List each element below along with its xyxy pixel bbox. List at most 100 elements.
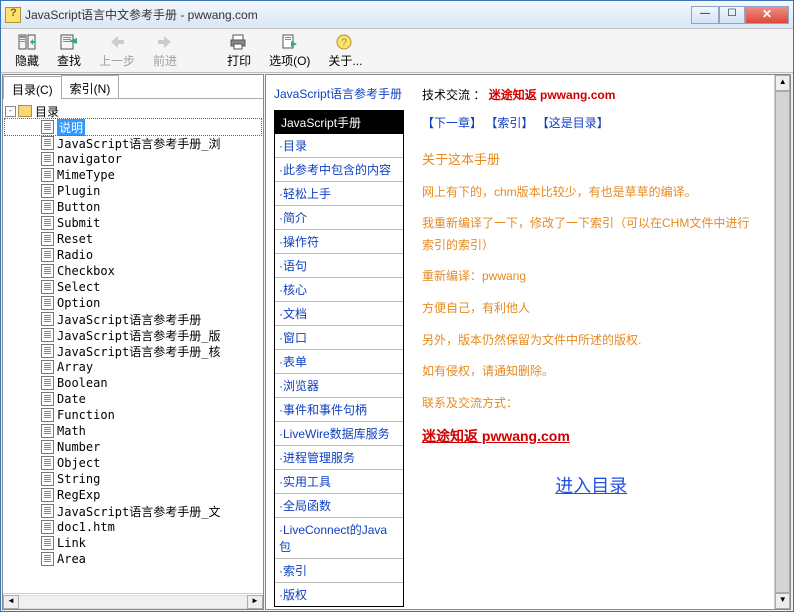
back-icon — [107, 33, 127, 51]
menu-item[interactable]: ·文档 — [275, 302, 403, 326]
enter-toc-link[interactable]: 进入目录 — [422, 470, 760, 502]
tree-item[interactable]: Object — [5, 455, 261, 471]
menu-item[interactable]: ·索引 — [275, 559, 403, 583]
tech-link[interactable]: 迷途知返 pwwang.com — [489, 88, 616, 102]
scroll-right-icon[interactable]: ► — [247, 595, 263, 609]
tree-item[interactable]: JavaScript语言参考手册_版 — [5, 327, 261, 343]
tree-item[interactable]: Submit — [5, 215, 261, 231]
about-button[interactable]: ? 关于... — [320, 31, 370, 71]
para-3: 重新编译：pwwang — [422, 266, 760, 288]
page-icon — [41, 504, 54, 518]
tree-item[interactable]: Number — [5, 439, 261, 455]
tree-item-label: Link — [57, 536, 86, 550]
nav-index[interactable]: 【索引】 — [485, 116, 533, 130]
tab-index[interactable]: 索引(N) — [61, 75, 120, 98]
print-button[interactable]: 打印 — [219, 31, 259, 71]
scroll-down-icon[interactable]: ▼ — [775, 593, 790, 609]
menu-item[interactable]: ·实用工具 — [275, 470, 403, 494]
tree-item-label: Select — [57, 280, 100, 294]
tree-item-label: String — [57, 472, 100, 486]
tree-item[interactable]: JavaScript语言参考手册_核 — [5, 343, 261, 359]
menu-item[interactable]: ·简介 — [275, 206, 403, 230]
menu-item[interactable]: ·轻松上手 — [275, 182, 403, 206]
toolbar: 隐藏 查找 上一步 前进 打印 选项(O) ? 关于... — [1, 29, 793, 73]
menu-item[interactable]: ·语句 — [275, 254, 403, 278]
menu-item[interactable]: ·目录 — [275, 134, 403, 158]
nav-hscroll[interactable]: ◄ ► — [3, 593, 263, 609]
menu-item[interactable]: ·窗口 — [275, 326, 403, 350]
para-4: 方便自己，有利他人 — [422, 298, 760, 320]
tree-item[interactable]: navigator — [5, 151, 261, 167]
para-6: 如有侵权，请通知删除。 — [422, 361, 760, 383]
tree-item[interactable]: JavaScript语言参考手册_文 — [5, 503, 261, 519]
tree-item[interactable]: MimeType — [5, 167, 261, 183]
menu-item[interactable]: ·版权 — [275, 583, 403, 606]
tree-root[interactable]: - 目录 — [5, 103, 261, 119]
find-label: 查找 — [57, 52, 81, 69]
tree[interactable]: - 目录 说明JavaScript语言参考手册_浏navigatorMimeTy… — [3, 99, 263, 593]
tab-contents[interactable]: 目录(C) — [3, 76, 62, 99]
scroll-thumb[interactable] — [775, 91, 790, 593]
tree-item-label: navigator — [57, 152, 122, 166]
content-sidebar: JavaScript语言参考手册 JavaScript手册 ·目录·此参考中包含… — [266, 75, 408, 609]
tree-item[interactable]: Date — [5, 391, 261, 407]
tree-item[interactable]: Checkbox — [5, 263, 261, 279]
close-button[interactable]: ✕ — [745, 6, 789, 24]
titlebar[interactable]: JavaScript语言中文参考手册 - pwwang.com — ☐ ✕ — [1, 1, 793, 29]
tree-item-label: Reset — [57, 232, 93, 246]
tree-item[interactable]: Function — [5, 407, 261, 423]
menu-item[interactable]: ·全局函数 — [275, 494, 403, 518]
minimize-button[interactable]: — — [691, 6, 719, 24]
tree-item-label: JavaScript语言参考手册_版 — [57, 327, 220, 344]
tree-item[interactable]: Math — [5, 423, 261, 439]
tree-item[interactable]: 说明 — [5, 119, 261, 135]
find-button[interactable]: 查找 — [49, 31, 89, 71]
tree-item[interactable]: String — [5, 471, 261, 487]
scroll-left-icon[interactable]: ◄ — [3, 595, 19, 609]
menu-item[interactable]: ·核心 — [275, 278, 403, 302]
tree-item[interactable]: JavaScript语言参考手册_浏 — [5, 135, 261, 151]
tree-item[interactable]: Option — [5, 295, 261, 311]
maximize-button[interactable]: ☐ — [719, 6, 745, 24]
page-icon — [41, 168, 54, 182]
tree-item-label: Function — [57, 408, 115, 422]
hide-label: 隐藏 — [15, 52, 39, 69]
tree-item[interactable]: Array — [5, 359, 261, 375]
tree-item[interactable]: Button — [5, 199, 261, 215]
menu-item[interactable]: ·操作符 — [275, 230, 403, 254]
contact-link[interactable]: 迷途知返 pwwang.com — [422, 428, 570, 444]
collapse-icon[interactable]: - — [5, 106, 16, 117]
tree-item[interactable]: Plugin — [5, 183, 261, 199]
tree-item[interactable]: RegExp — [5, 487, 261, 503]
para-5: 另外，版本仍然保留为文件中所述的版权. — [422, 330, 760, 352]
hide-button[interactable]: 隐藏 — [7, 31, 47, 71]
body: 目录(C) 索引(N) - 目录 说明JavaScript语言参考手册_浏nav… — [1, 73, 793, 611]
tree-item[interactable]: Radio — [5, 247, 261, 263]
menu-item[interactable]: ·此参考中包含的内容 — [275, 158, 403, 182]
menu-item[interactable]: ·LiveWire数据库服务 — [275, 422, 403, 446]
menu-box: JavaScript手册 ·目录·此参考中包含的内容·轻松上手·简介·操作符·语… — [274, 110, 404, 607]
scroll-up-icon[interactable]: ▲ — [775, 75, 790, 91]
tree-item-label: Submit — [57, 216, 100, 230]
menu-item[interactable]: ·LiveConnect的Java包 — [275, 518, 403, 559]
hide-icon — [17, 33, 37, 51]
nav-toc[interactable]: 【这是目录】 — [537, 116, 609, 130]
tree-item[interactable]: Link — [5, 535, 261, 551]
tree-item-label: Radio — [57, 248, 93, 262]
folder-icon — [18, 105, 32, 117]
menu-item[interactable]: ·事件和事件句柄 — [275, 398, 403, 422]
menu-item[interactable]: ·表单 — [275, 350, 403, 374]
tree-item[interactable]: Select — [5, 279, 261, 295]
tree-item[interactable]: Boolean — [5, 375, 261, 391]
tree-item[interactable]: Reset — [5, 231, 261, 247]
tree-item[interactable]: JavaScript语言参考手册 — [5, 311, 261, 327]
scroll-track[interactable] — [19, 595, 247, 609]
menu-item[interactable]: ·浏览器 — [275, 374, 403, 398]
nav-next[interactable]: 【下一章】 — [422, 116, 482, 130]
tree-item-label: JavaScript语言参考手册_核 — [57, 343, 220, 360]
options-button[interactable]: 选项(O) — [261, 31, 318, 71]
menu-item[interactable]: ·进程管理服务 — [275, 446, 403, 470]
tree-item[interactable]: doc1.htm — [5, 519, 261, 535]
content-vscroll[interactable]: ▲ ▼ — [774, 75, 790, 609]
tree-item[interactable]: Area — [5, 551, 261, 567]
